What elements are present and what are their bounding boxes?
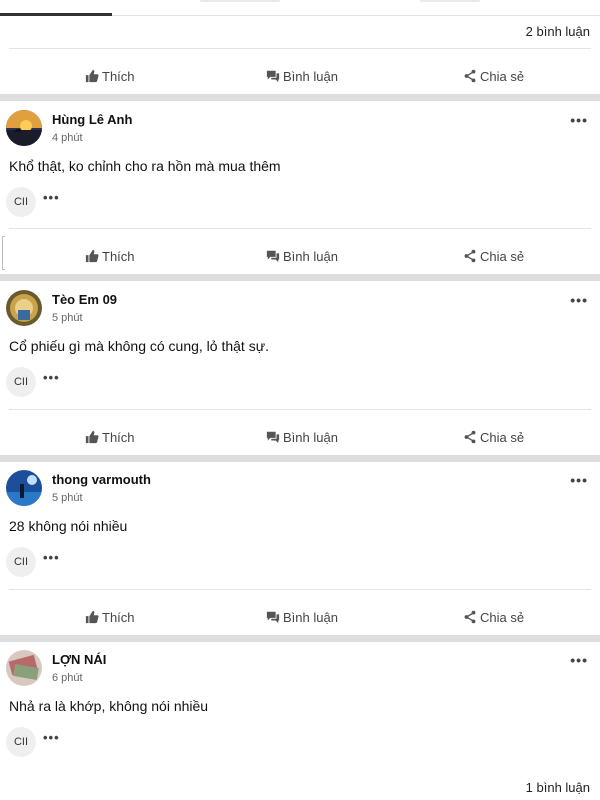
share-icon	[464, 249, 476, 263]
tab-cut-off[interactable]	[200, 0, 280, 2]
more-options-icon[interactable]: •••	[570, 292, 588, 308]
share-button[interactable]: Chia sẻ	[463, 599, 524, 635]
tab-bar	[0, 0, 600, 16]
post-content: 28 không nói nhiều	[9, 518, 128, 534]
post-time: 5 phút	[52, 492, 83, 504]
comment-label: Bình luận	[283, 429, 338, 445]
author-name[interactable]: Tèo Em 09	[52, 292, 117, 307]
tab-cut-off[interactable]	[420, 0, 480, 2]
divider	[9, 48, 591, 49]
author-name[interactable]: thong varmouth	[52, 472, 151, 487]
post-separator	[0, 455, 600, 462]
share-button[interactable]: Chia sẻ	[463, 419, 524, 455]
divider	[9, 409, 591, 410]
comment-label: Bình luận	[283, 248, 338, 264]
share-icon	[464, 69, 476, 83]
share-label: Chia sẻ	[480, 429, 525, 445]
author-name[interactable]: Hùng Lê Anh	[52, 112, 132, 127]
avatar[interactable]	[6, 290, 42, 326]
author-name[interactable]: LỢN NÁI	[52, 652, 106, 667]
more-options-icon[interactable]: •••	[570, 112, 588, 128]
action-bar: Thích Bình luận Chia sẻ	[0, 58, 600, 94]
comment-icon	[266, 431, 280, 444]
post-time: 6 phút	[52, 672, 83, 684]
comment-count[interactable]: 1 bình luận	[526, 780, 590, 795]
sunset-avatar-icon	[6, 110, 42, 146]
avatar[interactable]	[6, 470, 42, 506]
post-content: Nhả ra là khớp, không nói nhiều	[9, 698, 209, 714]
comment-icon	[266, 611, 280, 624]
post-separator	[0, 635, 600, 642]
share-button[interactable]: Chia sẻ	[463, 238, 524, 274]
tag-more-icon[interactable]: •••	[43, 370, 60, 385]
post-content: Khổ thật, ko chỉnh cho ra hồn mà mua thê…	[9, 158, 281, 174]
divider	[9, 589, 591, 590]
comment-icon	[266, 70, 280, 83]
money-avatar-icon	[6, 650, 42, 686]
like-button[interactable]: Thích	[85, 599, 135, 635]
share-label: Chia sẻ	[480, 248, 525, 264]
comment-count[interactable]: 2 bình luận	[526, 24, 590, 39]
post-separator	[0, 274, 600, 281]
like-label: Thích	[102, 609, 135, 625]
stock-tag[interactable]: CII	[6, 187, 36, 217]
thumbs-up-icon	[85, 610, 99, 624]
post-time: 5 phút	[52, 312, 83, 324]
share-label: Chia sẻ	[480, 68, 525, 84]
comment-button[interactable]: Bình luận	[266, 238, 338, 274]
more-options-icon[interactable]: •••	[570, 472, 588, 488]
comment-label: Bình luận	[283, 609, 338, 625]
like-button[interactable]: Thích	[85, 419, 135, 455]
share-button[interactable]: Chia sẻ	[463, 58, 524, 94]
post-separator	[0, 94, 600, 101]
comment-button[interactable]: Bình luận	[266, 419, 338, 455]
tag-more-icon[interactable]: •••	[43, 730, 60, 745]
avatar[interactable]	[6, 650, 42, 686]
post-time: 4 phút	[52, 132, 83, 144]
share-label: Chia sẻ	[480, 609, 525, 625]
more-options-icon[interactable]: •••	[570, 652, 588, 668]
like-label: Thích	[102, 429, 135, 445]
comment-icon	[266, 250, 280, 263]
share-icon	[464, 430, 476, 444]
active-tab-indicator	[0, 13, 112, 16]
feed-screen: 2 bình luận Thích Bình luận Chia sẻ Hùng…	[0, 0, 600, 800]
share-icon	[464, 610, 476, 624]
like-button[interactable]: Thích	[85, 238, 135, 274]
tag-more-icon[interactable]: •••	[43, 190, 60, 205]
stock-tag[interactable]: CII	[6, 727, 36, 757]
action-bar: Thích Bình luận Chia sẻ	[0, 599, 600, 635]
thumbs-up-icon	[85, 69, 99, 83]
like-label: Thích	[102, 248, 135, 264]
action-bar: Thích Bình luận Chia sẻ	[0, 419, 600, 455]
action-bar: Thích Bình luận Chia sẻ	[0, 238, 600, 274]
comment-button[interactable]: Bình luận	[266, 599, 338, 635]
stock-tag[interactable]: CII	[6, 547, 36, 577]
thumbs-up-icon	[85, 430, 99, 444]
comment-button[interactable]: Bình luận	[266, 58, 338, 94]
thumbs-up-icon	[85, 249, 99, 263]
tag-more-icon[interactable]: •••	[43, 550, 60, 565]
comment-label: Bình luận	[283, 68, 338, 84]
like-button[interactable]: Thích	[85, 58, 135, 94]
divider	[9, 228, 591, 229]
temple-avatar-icon	[6, 290, 42, 326]
like-label: Thích	[102, 68, 135, 84]
avatar[interactable]	[6, 110, 42, 146]
blue-scene-avatar-icon	[6, 470, 42, 506]
stock-tag[interactable]: CII	[6, 367, 36, 397]
post-content: Cổ phiếu gì mà không có cung, lỏ thật sự…	[9, 338, 269, 354]
